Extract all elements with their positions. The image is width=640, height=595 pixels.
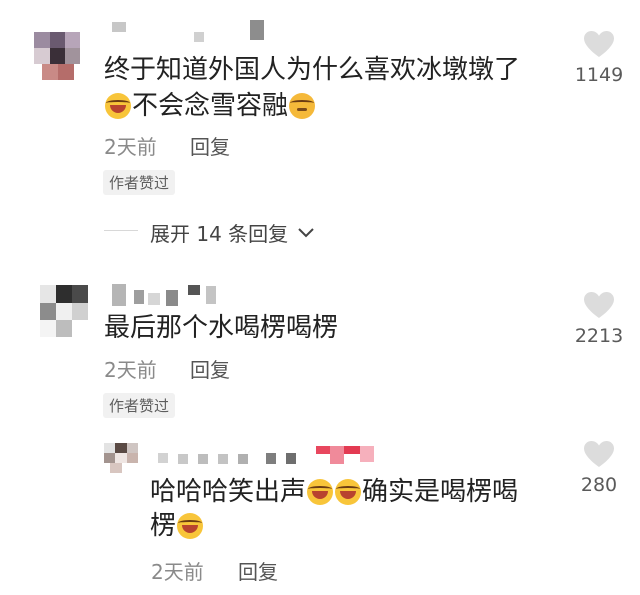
like-count: 280	[580, 474, 618, 496]
comment-text: 不会念雪容融	[104, 88, 316, 124]
reply-text: 楞	[150, 508, 204, 544]
reply-text: 哈哈哈笑出声 确实是喝楞喝	[150, 477, 519, 507]
face-with-tears-of-joy-icon	[307, 479, 334, 505]
avatar[interactable]	[104, 443, 138, 473]
reply-button[interactable]: 回复	[190, 131, 230, 160]
chevron-down-icon	[297, 228, 314, 238]
face-with-tears-of-joy-icon	[177, 513, 204, 539]
timestamp: 2天前	[104, 358, 157, 382]
author-liked-badge: 作者赞过	[103, 393, 176, 418]
face-with-tears-of-joy-icon	[335, 479, 362, 505]
thinking-face-icon	[289, 93, 316, 119]
like-button[interactable]: 280	[569, 440, 629, 496]
comment-text: 最后那个水喝楞喝楞	[104, 313, 339, 343]
heart-icon	[584, 292, 614, 318]
divider	[104, 230, 138, 231]
timestamp: 2天前	[104, 135, 157, 159]
avatar[interactable]	[40, 285, 88, 337]
comment-text: 终于知道外国人为什么喜欢冰墩墩了	[104, 55, 521, 85]
face-with-tears-of-joy-icon	[105, 93, 131, 119]
avatar[interactable]	[34, 18, 80, 80]
heart-icon	[584, 31, 614, 57]
reply-button[interactable]: 回复	[190, 354, 230, 383]
like-count: 1149	[574, 64, 624, 86]
heart-icon	[584, 441, 614, 467]
author-liked-badge: 作者赞过	[103, 170, 176, 195]
timestamp: 2天前	[151, 560, 204, 584]
like-count: 2213	[574, 325, 624, 347]
expand-replies-button[interactable]: 展开 14 条回复	[150, 218, 315, 247]
reply-button[interactable]: 回复	[238, 556, 278, 585]
like-button[interactable]: 2213	[569, 291, 629, 347]
like-button[interactable]: 1149	[569, 30, 629, 86]
